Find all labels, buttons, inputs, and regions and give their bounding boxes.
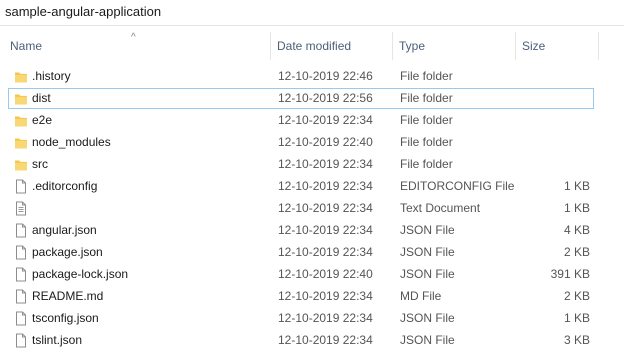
file-date-modified: 12-10-2019 22:40 <box>278 135 373 149</box>
file-row[interactable]: package-lock.json 12-10-2019 22:40 JSON Fi… <box>8 264 594 285</box>
file-row[interactable]: tslint.json 12-10-2019 22:34 JSON File 3 KB <box>8 330 594 351</box>
file-row[interactable]: e2e 12-10-2019 22:34 File folder <box>8 110 594 131</box>
column-header-size[interactable]: Size <box>516 30 598 62</box>
column-header-type[interactable]: Type <box>393 30 515 62</box>
file-icon <box>14 289 28 304</box>
file-name: tsconfig.json <box>32 311 99 325</box>
file-name: node_modules <box>32 135 111 149</box>
file-row[interactable]: node_modules 12-10-2019 22:40 File folder <box>8 132 594 153</box>
file-icon <box>14 267 28 282</box>
file-row[interactable]: tsconfig.json 12-10-2019 22:34 JSON File 1 … <box>8 308 594 329</box>
file-type: File folder <box>400 113 453 127</box>
file-size: 1 KB <box>563 311 590 325</box>
file-type: File folder <box>400 69 453 83</box>
file-icon <box>14 179 28 194</box>
text-document-icon <box>14 201 28 216</box>
file-type: JSON File <box>400 245 455 259</box>
file-icon <box>14 311 28 326</box>
file-size: 3 KB <box>563 333 590 347</box>
file-date-modified: 12-10-2019 22:34 <box>278 223 373 237</box>
file-row[interactable]: dist 12-10-2019 22:56 File folder <box>8 88 594 109</box>
folder-icon <box>14 135 28 150</box>
file-date-modified: 12-10-2019 22:34 <box>278 157 373 171</box>
file-date-modified: 12-10-2019 22:34 <box>278 311 373 325</box>
file-name: README.md <box>32 289 104 303</box>
file-date-modified: 12-10-2019 22:34 <box>278 201 373 215</box>
file-date-modified: 12-10-2019 22:34 <box>278 333 373 347</box>
file-type: JSON File <box>400 267 455 281</box>
file-size: 4 KB <box>563 223 590 237</box>
folder-icon <box>14 113 28 128</box>
column-divider[interactable] <box>598 32 599 60</box>
column-header-name[interactable]: Name <box>4 30 270 62</box>
folder-icon <box>14 91 28 106</box>
file-row[interactable]: 12-10-2019 22:34 Text Document 1 KB <box>8 198 594 219</box>
file-date-modified: 12-10-2019 22:46 <box>278 69 373 83</box>
column-header-date-modified[interactable]: Date modified <box>271 30 392 62</box>
file-type: File folder <box>400 157 453 171</box>
file-name: tslint.json <box>32 333 83 347</box>
folder-icon <box>14 69 28 84</box>
file-date-modified: 12-10-2019 22:56 <box>278 91 373 105</box>
file-name: src <box>32 157 48 171</box>
file-size: 1 KB <box>563 201 590 215</box>
file-name: dist <box>32 91 51 105</box>
file-date-modified: 12-10-2019 22:34 <box>278 289 373 303</box>
file-size: 1 KB <box>563 179 590 193</box>
file-icon <box>14 333 28 348</box>
file-type: JSON File <box>400 223 455 237</box>
file-type: MD File <box>400 289 442 303</box>
file-row[interactable]: src 12-10-2019 22:34 File folder <box>8 154 594 175</box>
file-icon <box>14 245 28 260</box>
file-size: 2 KB <box>563 289 590 303</box>
file-name: .editorconfig <box>32 179 98 193</box>
file-date-modified: 12-10-2019 22:34 <box>278 179 373 193</box>
file-date-modified: 12-10-2019 22:40 <box>278 267 373 281</box>
sort-ascending-icon: ^ <box>131 32 136 43</box>
address-path[interactable]: sample-angular-application <box>5 4 161 19</box>
file-row[interactable]: README.md 12-10-2019 22:34 MD File 2 KB <box>8 286 594 307</box>
file-type: File folder <box>400 135 453 149</box>
file-name: angular.json <box>32 223 97 237</box>
file-name: e2e <box>32 113 53 127</box>
file-type: Text Document <box>400 201 481 215</box>
address-bar[interactable]: sample-angular-application <box>0 0 624 26</box>
file-name: package-lock.json <box>32 267 129 281</box>
file-type: File folder <box>400 91 453 105</box>
file-date-modified: 12-10-2019 22:34 <box>278 113 373 127</box>
file-type: JSON File <box>400 311 455 325</box>
file-size: 2 KB <box>563 245 590 259</box>
file-row[interactable]: .editorconfig 12-10-2019 22:34 EDITORCONFI… <box>8 176 594 197</box>
file-size: 391 KB <box>550 267 590 281</box>
file-name: package.json <box>32 245 103 259</box>
file-name: .history <box>32 69 71 83</box>
file-date-modified: 12-10-2019 22:34 <box>278 245 373 259</box>
file-icon <box>14 223 28 238</box>
file-type: JSON File <box>400 333 455 347</box>
file-row[interactable]: package.json 12-10-2019 22:34 JSON File 2 K… <box>8 242 594 263</box>
column-header-row: Name Date modified Type Size <box>0 30 600 62</box>
file-row[interactable]: angular.json 12-10-2019 22:34 JSON File 4 K… <box>8 220 594 241</box>
folder-icon <box>14 157 28 172</box>
file-row[interactable]: .history 12-10-2019 22:46 File folder <box>8 66 594 87</box>
file-type: EDITORCONFIG File <box>400 179 515 193</box>
